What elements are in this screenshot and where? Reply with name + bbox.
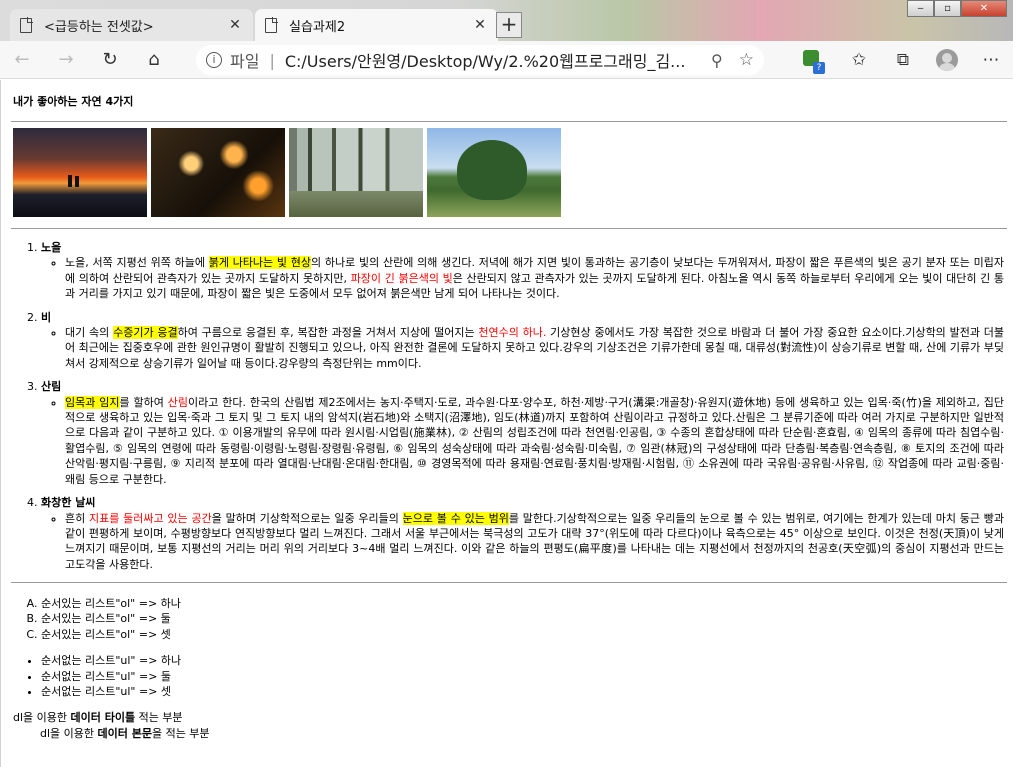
nature-item: 산림임목과 임지를 할하여 산림이라고 한다. 한국의 산림법 제2조에서는 농…	[41, 379, 1013, 487]
divider	[11, 121, 1007, 122]
nature-list: 노을노을, 서쪽 지평선 위쪽 하늘에 붉게 나타나는 빛 현상의 하나로 빛의…	[1, 240, 1013, 580]
forward-arrow-icon[interactable]: →	[44, 49, 88, 70]
description-text: 이라고 한다. 한국의 산림법 제2조에서는 농지·주택지·도로, 과수원·다포…	[65, 395, 1004, 486]
nature-item-heading: 비	[41, 310, 52, 324]
nature-item-description: 흔히 지표를 둘러싸고 있는 공간을 말하며 기상학적으로는 일중 우리들의 눈…	[65, 511, 1004, 573]
maximize-button[interactable]: ▫	[934, 0, 961, 17]
profile-avatar[interactable]	[936, 49, 958, 71]
nature-item-heading: 화창한 날씨	[41, 496, 96, 510]
window-controls: ‒ ▫ ✕	[907, 0, 1007, 17]
document-icon	[265, 17, 278, 33]
collections-icon[interactable]: ⧉	[881, 50, 925, 70]
close-window-button[interactable]: ✕	[961, 0, 1007, 17]
refresh-icon[interactable]: ↻	[88, 49, 132, 70]
sunny-weather-photo	[427, 128, 561, 217]
minimize-button[interactable]: ‒	[907, 0, 934, 17]
description-text: 노을, 서쪽 지평선 위쪽 하늘에	[65, 256, 209, 270]
list-examples: 순서있는 리스트"ol" => 하나순서있는 리스트"ol" => 둘순서있는 …	[1, 596, 1013, 741]
highlighted-text: 붉게 나타나는 빛 현상	[208, 256, 312, 270]
browser-titlebar: <급등하는 전셋값> ✕ 실습과제2 ✕ + ‒ ▫ ✕	[0, 0, 1013, 41]
dl-description: dl을 이용한 데이터 본문을 적는 부분	[40, 726, 210, 740]
nature-item-description-list: 노을, 서쪽 지평선 위쪽 하늘에 붉게 나타나는 빛 현상의 하나로 빛의 산…	[41, 255, 1013, 301]
document-icon	[20, 17, 33, 33]
photo-gallery	[13, 128, 561, 217]
divider	[11, 228, 1007, 229]
description-text: 을 말하며 기상학적으로는 일중 우리들의	[211, 511, 403, 525]
nature-item-description-list: 임목과 임지를 할하여 산림이라고 한다. 한국의 산림법 제2조에서는 농지·…	[41, 395, 1013, 487]
extension-badge: ?	[813, 62, 825, 74]
tab-close-icon[interactable]: ✕	[472, 17, 488, 33]
ordered-list-example: 순서있는 리스트"ol" => 하나순서있는 리스트"ol" => 둘순서있는 …	[1, 596, 1013, 642]
ordered-list-item: 순서있는 리스트"ol" => 셋	[41, 627, 1013, 642]
description-text: 흔히	[65, 511, 90, 525]
nature-item-description: 대기 속의 수증기가 응결하여 구름으로 응결된 후, 복잡한 과정을 거쳐서 …	[65, 325, 1004, 371]
nature-ordered-list: 노을노을, 서쪽 지평선 위쪽 하늘에 붉게 나타나는 빛 현상의 하나로 빛의…	[1, 240, 1013, 572]
nature-item-description-list: 대기 속의 수증기가 응결하여 구름으로 응결된 후, 복잡한 과정을 거쳐서 …	[41, 325, 1013, 371]
tab-close-icon[interactable]: ✕	[227, 17, 243, 33]
nature-item-description: 노을, 서쪽 지평선 위쪽 하늘에 붉게 나타나는 빛 현상의 하나로 빛의 산…	[65, 255, 1004, 301]
more-menu-icon[interactable]: ⋯	[969, 50, 1013, 70]
definition-list: dl을 이용한 데이터 타이틀 적는 부분 dl을 이용한 데이터 본문을 적는…	[13, 710, 1013, 741]
nature-item-description: 임목과 임지를 할하여 산림이라고 한다. 한국의 산림법 제2조에서는 농지·…	[65, 395, 1004, 487]
page-content: 내가 좋아하는 자연 4가지 노을노을, 서쪽 지평선 위쪽 하늘에 붉게 나타…	[0, 80, 1013, 767]
home-icon[interactable]: ⌂	[132, 49, 176, 70]
rain-photo	[151, 128, 285, 217]
nature-item-heading: 노을	[41, 241, 62, 254]
favorite-star-icon[interactable]: ☆	[739, 50, 754, 70]
address-separator: |	[269, 50, 275, 70]
red-text: 천연수의 하나.	[478, 326, 547, 340]
description-text: 대기 속의	[65, 326, 114, 340]
description-text: 하여 구름으로 응결된 후, 복잡한 과정을 거쳐서 지상에 떨어지는	[177, 326, 479, 340]
highlighted-text: 임목과 임지	[65, 395, 120, 409]
extension-button[interactable]: ?	[801, 49, 825, 74]
page-title: 내가 좋아하는 자연 4가지	[13, 95, 134, 108]
zoom-icon[interactable]: ⚲	[711, 51, 723, 70]
nature-item-description-list: 흔히 지표를 둘러싸고 있는 공간을 말하며 기상학적으로는 일중 우리들의 눈…	[41, 511, 1013, 573]
info-icon[interactable]: i	[206, 52, 222, 68]
address-url[interactable]: C:/Users/안원영/Desktop/Wy/2.%20웹프로그래밍_김...	[285, 48, 701, 72]
new-tab-button[interactable]: +	[496, 12, 522, 38]
unordered-list-item: 순서없는 리스트"ul" => 하나	[41, 653, 1013, 668]
favorites-icon[interactable]: ✩	[837, 50, 881, 70]
highlighted-text: 수증기가 응결	[113, 326, 178, 340]
tab-label: <급등하는 전셋값>	[44, 19, 154, 35]
nature-item: 비대기 속의 수증기가 응결하여 구름으로 응결된 후, 복잡한 과정을 거쳐서…	[41, 310, 1013, 372]
unordered-list-example: 순서없는 리스트"ul" => 하나순서없는 리스트"ul" => 둘순서없는 …	[1, 653, 1013, 699]
highlighted-text: 눈으로 볼 수 있는 범위	[402, 511, 509, 525]
nature-item: 화창한 날씨흔히 지표를 둘러싸고 있는 공간을 말하며 기상학적으로는 일중 …	[41, 495, 1013, 572]
forest-photo	[289, 128, 423, 217]
address-bar[interactable]: i 파일 | C:/Users/안원영/Desktop/Wy/2.%20웹프로그…	[196, 45, 764, 75]
red-text: 산림	[167, 395, 189, 409]
toolbar-right: ? ✩ ⧉ ⋯	[785, 41, 1013, 79]
dl-title: dl을 이용한 데이터 타이틀 적는 부분	[13, 711, 183, 725]
tab-jeonse[interactable]: <급등하는 전셋값> ✕	[10, 9, 253, 41]
ordered-list-item: 순서있는 리스트"ol" => 둘	[41, 611, 1013, 626]
description-text: 를 할하여	[119, 395, 168, 409]
tab-label: 실습과제2	[289, 19, 346, 35]
back-arrow-icon[interactable]: ←	[0, 49, 44, 70]
red-text: 지표를 둘러싸고 있는 공간	[89, 511, 212, 525]
address-scheme: 파일	[230, 52, 260, 71]
ordered-list-item: 순서있는 리스트"ol" => 하나	[41, 596, 1013, 611]
red-text: 파장이 긴 붉은색의 빛	[350, 271, 453, 285]
nature-item: 노을노을, 서쪽 지평선 위쪽 하늘에 붉게 나타나는 빛 현상의 하나로 빛의…	[41, 240, 1013, 302]
unordered-list-item: 순서없는 리스트"ul" => 둘	[41, 669, 1013, 684]
unordered-list-item: 순서없는 리스트"ul" => 셋	[41, 684, 1013, 699]
tab-assignment2[interactable]: 실습과제2 ✕	[255, 9, 498, 41]
browser-toolbar: ← → ↻ ⌂ i 파일 | C:/Users/안원영/Desktop/Wy/2…	[0, 41, 1013, 79]
divider	[11, 582, 1007, 583]
sunset-photo	[13, 128, 147, 217]
nature-item-heading: 산림	[41, 380, 62, 394]
